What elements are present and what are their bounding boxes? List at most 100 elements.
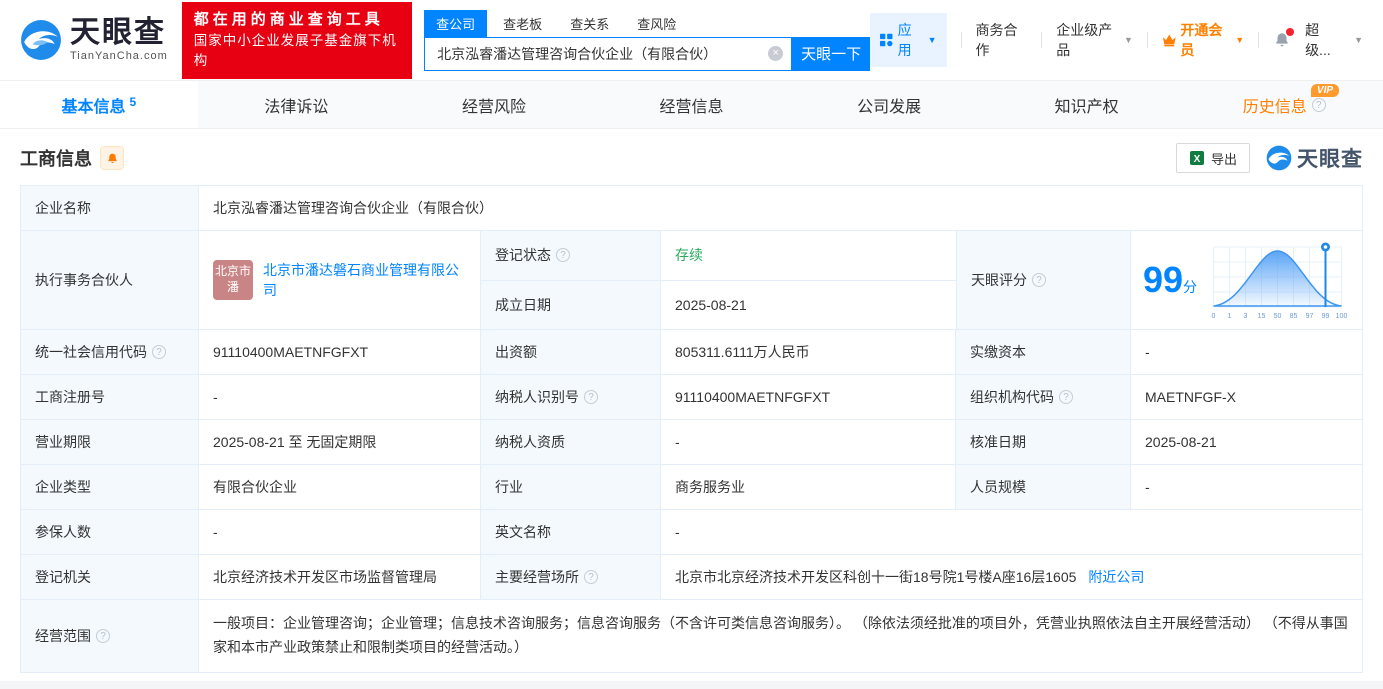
search-tab-relation[interactable]: 查关系 bbox=[558, 10, 621, 37]
nearby-companies-link[interactable]: 附近公司 bbox=[1088, 567, 1144, 587]
company-name-label: 企业名称 bbox=[21, 186, 199, 230]
score-value: 99 分 0 1 3 15 50 85 97 99 100 bbox=[1131, 231, 1362, 329]
help-icon[interactable]: ? bbox=[584, 570, 598, 584]
section-header: 工商信息 X 导出 天眼查 bbox=[0, 129, 1383, 185]
nav-enterprise[interactable]: 企业级产品 ▼ bbox=[1056, 20, 1133, 60]
help-icon[interactable]: ? bbox=[96, 628, 110, 643]
score-number-wrap: 99分 bbox=[1143, 262, 1197, 298]
score-unit: 分 bbox=[1183, 279, 1198, 295]
nav-vip[interactable]: 开通会员 ▼ bbox=[1162, 20, 1244, 60]
insured-count-label: 参保人数 bbox=[21, 510, 199, 554]
uscc-label: 统一社会信用代码 ? bbox=[21, 330, 199, 374]
svg-text:85: 85 bbox=[1290, 313, 1298, 320]
logo-en: TianYanCha.com bbox=[70, 50, 168, 62]
registration-status-text: 登记状态 bbox=[495, 247, 551, 264]
table-row: 企业名称 北京泓睿潘达管理咨询合伙企业（有限合伙） bbox=[21, 186, 1362, 231]
org-code-value: MAETNFGF-X bbox=[1145, 389, 1236, 405]
svg-text:15: 15 bbox=[1258, 313, 1266, 320]
excel-icon: X bbox=[1189, 151, 1204, 165]
search-tab-boss[interactable]: 查老板 bbox=[491, 10, 554, 37]
taxpayer-id-value: 91110400MAETNFGFXT bbox=[661, 375, 956, 419]
help-icon[interactable]: ? bbox=[584, 390, 598, 404]
apps-menu[interactable]: 应用 ▼ bbox=[870, 13, 947, 67]
help-icon[interactable]: ? bbox=[556, 248, 570, 263]
divider bbox=[1041, 32, 1043, 48]
executive-partner-label: 执行事务合伙人 bbox=[21, 231, 199, 329]
registration-authority-label: 登记机关 bbox=[21, 555, 199, 599]
section-actions: X 导出 天眼查 bbox=[1175, 143, 1363, 173]
company-type-value: 有限合伙企业 bbox=[199, 465, 481, 509]
partner-company-link[interactable]: 北京市潘达磐石商业管理有限公司 bbox=[263, 260, 466, 300]
nav-cooperation[interactable]: 商务合作 bbox=[975, 20, 1027, 60]
partner-avatar[interactable]: 北京市潘 bbox=[213, 260, 253, 300]
status-date-block: 登记状态 ? 存续 成立日期 2025-08-21 bbox=[481, 231, 956, 329]
divider bbox=[1258, 32, 1260, 48]
notification-badge bbox=[1286, 28, 1295, 36]
search-input[interactable] bbox=[437, 45, 769, 62]
export-label: 导出 bbox=[1210, 151, 1237, 167]
svg-text:0: 0 bbox=[1212, 313, 1216, 320]
paid-capital-label: 实缴资本 bbox=[956, 330, 1131, 374]
business-address-value: 北京市北京经济技术开发区科创十一街18号院1号楼A座16层1605 附近公司 bbox=[661, 555, 1362, 599]
taxpayer-qualification-value: - bbox=[661, 420, 956, 464]
business-scope-text: 一般项目：企业管理咨询；企业管理；信息技术咨询服务；信息咨询服务（不含许可类信息… bbox=[213, 615, 1348, 655]
tab-development[interactable]: 公司发展 bbox=[790, 81, 988, 128]
section-title: 工商信息 bbox=[20, 149, 92, 169]
registration-status-label: 登记状态 ? bbox=[481, 231, 661, 280]
tab-history-label: 历史信息 bbox=[1242, 98, 1307, 116]
promo-line1: 都在用的商业查询工具 bbox=[193, 10, 384, 28]
search-row: × 天眼一下 bbox=[424, 36, 871, 71]
help-icon[interactable]: ? bbox=[1032, 273, 1046, 287]
approval-date-label: 核准日期 bbox=[956, 420, 1131, 464]
search-tab-risk[interactable]: 查风险 bbox=[625, 10, 688, 37]
table-row: 登记机关 北京经济技术开发区市场监督管理局 主要经营场所 ? 北京市北京经济技术… bbox=[21, 555, 1362, 600]
insured-count-value: - bbox=[199, 510, 481, 554]
search-button[interactable]: 天眼一下 bbox=[792, 36, 871, 71]
tab-basic-label: 基本信息 bbox=[61, 98, 126, 116]
table-row: 企业类型 有限合伙企业 行业 商务服务业 人员规模 - bbox=[21, 465, 1362, 510]
business-address-label: 主要经营场所 ? bbox=[481, 555, 661, 599]
table-row: 营业期限 2025-08-21 至 无固定期限 纳税人资质 - 核准日期 202… bbox=[21, 420, 1362, 465]
export-button[interactable]: X 导出 bbox=[1175, 143, 1250, 173]
help-icon[interactable]: ? bbox=[1059, 390, 1073, 404]
score-marker-pin-center bbox=[1323, 245, 1328, 249]
logo-cn: 天眼查 bbox=[70, 16, 166, 49]
clear-search-icon[interactable]: × bbox=[768, 46, 784, 61]
taxpayer-id-label: 纳税人识别号 ? bbox=[481, 375, 661, 419]
business-address-label-text: 主要经营场所 bbox=[495, 569, 579, 585]
established-date-value: 2025-08-21 bbox=[675, 296, 747, 313]
business-scope-label-text: 经营范围 bbox=[35, 627, 91, 644]
tianyancha-logo[interactable]: 天眼查 TianYanCha.com bbox=[20, 18, 168, 62]
tab-operation-info[interactable]: 经营信息 bbox=[593, 81, 791, 128]
company-type-label: 企业类型 bbox=[21, 465, 199, 509]
footer-strip bbox=[0, 680, 1383, 689]
promo-banner: 都在用的商业查询工具 国家中小企业发展子基金旗下机构 bbox=[181, 1, 413, 79]
chevron-down-icon: ▼ bbox=[1354, 35, 1363, 45]
business-scope-value: 一般项目：企业管理咨询；企业管理；信息技术咨询服务；信息咨询服务（不含许可类信息… bbox=[199, 600, 1362, 672]
tab-legal[interactable]: 法律诉讼 bbox=[198, 81, 396, 128]
english-name-label: 英文名称 bbox=[481, 510, 661, 554]
svg-text:1: 1 bbox=[1228, 313, 1232, 320]
notifications-button[interactable] bbox=[1273, 28, 1295, 49]
org-code-label-text: 组织机构代码 bbox=[970, 389, 1054, 405]
svg-text:99: 99 bbox=[1322, 313, 1330, 320]
help-icon[interactable]: ? bbox=[152, 345, 166, 359]
tab-history[interactable]: VIP 历史信息 ? bbox=[1185, 81, 1383, 128]
staff-size-label: 人员规模 bbox=[956, 465, 1131, 509]
user-menu[interactable]: 超级... ▼ bbox=[1305, 20, 1363, 60]
tab-intellectual-property[interactable]: 知识产权 bbox=[988, 81, 1186, 128]
help-icon[interactable]: ? bbox=[1311, 97, 1326, 112]
page-header: 天眼查 TianYanCha.com 都在用的商业查询工具 国家中小企业发展子基… bbox=[0, 0, 1383, 80]
score-label-text: 天眼评分 bbox=[971, 272, 1027, 288]
svg-text:X: X bbox=[1194, 154, 1201, 165]
company-tabbar: 基本信息 5 法律诉讼 经营风险 经营信息 公司发展 知识产权 VIP 历史信息… bbox=[0, 80, 1383, 129]
monitor-bell-button[interactable] bbox=[100, 146, 124, 170]
search-tab-company[interactable]: 查公司 bbox=[424, 9, 488, 37]
search-area: 查公司 查老板 查关系 查风险 × 天眼一下 bbox=[424, 9, 871, 71]
tab-basic-info[interactable]: 基本信息 5 bbox=[0, 81, 198, 128]
reg-number-label: 工商注册号 bbox=[21, 375, 199, 419]
org-code-label: 组织机构代码 ? bbox=[956, 375, 1131, 419]
tab-business-risk[interactable]: 经营风险 bbox=[395, 81, 593, 128]
taxpayer-id-label-text: 纳税人识别号 bbox=[495, 389, 579, 405]
executive-partner-value: 北京市潘 北京市潘达磐石商业管理有限公司 bbox=[199, 231, 481, 329]
